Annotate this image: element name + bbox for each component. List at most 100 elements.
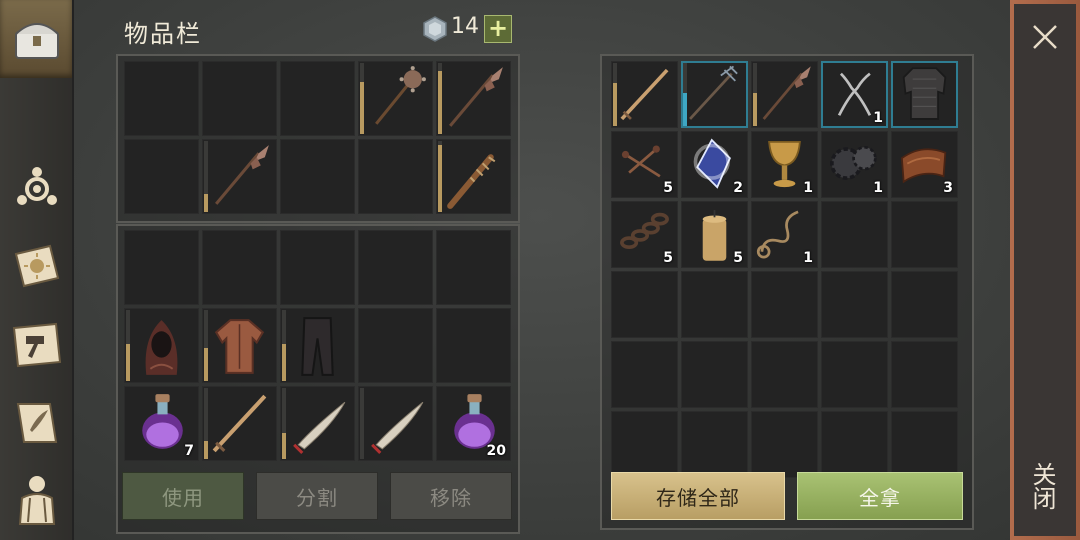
storage-slot[interactable] — [891, 271, 958, 338]
storage-slot[interactable]: 1 — [751, 131, 818, 198]
item-quantity: 7 — [184, 443, 194, 459]
store-all-button[interactable]: 存储全部 — [611, 472, 785, 520]
storage-slot[interactable] — [821, 271, 888, 338]
inventory-slot[interactable] — [124, 230, 199, 305]
inventory-slot[interactable] — [124, 308, 199, 383]
storage-slot[interactable] — [891, 61, 958, 128]
currency-count: 14 — [451, 14, 479, 39]
inventory-grid-top — [124, 61, 511, 214]
inventory-slot[interactable] — [280, 61, 355, 136]
storage-slot[interactable] — [891, 201, 958, 268]
inventory-slot[interactable] — [124, 139, 199, 214]
use-button[interactable]: 使用 — [122, 472, 244, 520]
item-quantity: 20 — [486, 443, 506, 459]
inventory-slot[interactable] — [280, 139, 355, 214]
close-icon[interactable] — [1028, 20, 1062, 54]
storage-slot[interactable] — [611, 61, 678, 128]
storage-slot[interactable]: 5 — [681, 201, 748, 268]
storage-slot[interactable]: 1 — [821, 131, 888, 198]
inventory-slot[interactable] — [280, 308, 355, 383]
inventory-slot[interactable]: 7 — [124, 386, 199, 461]
inventory-slot[interactable] — [202, 308, 277, 383]
storage-slot[interactable] — [751, 271, 818, 338]
sidebar — [0, 0, 74, 540]
gathering-icon[interactable] — [8, 160, 66, 218]
storage-slot[interactable]: 5 — [611, 201, 678, 268]
item-quantity: 1 — [873, 110, 883, 126]
character-icon[interactable] — [8, 470, 66, 528]
pants-icon — [301, 317, 334, 376]
inventory-grid-bottom: 7 20 — [124, 230, 511, 461]
item-quantity: 1 — [803, 180, 813, 196]
item-quantity: 5 — [663, 250, 673, 266]
inventory-slot[interactable] — [280, 386, 355, 461]
storage-slot[interactable]: 1 — [751, 201, 818, 268]
storage-slot[interactable]: 1 — [821, 61, 888, 128]
inventory-slot[interactable] — [202, 139, 277, 214]
split-button[interactable]: 分割 — [256, 472, 378, 520]
inventory-slot[interactable] — [280, 230, 355, 305]
storage-slot[interactable] — [821, 411, 888, 478]
close-panel-inner — [1014, 4, 1076, 536]
item-quantity: 5 — [663, 180, 673, 196]
storage-slot[interactable] — [891, 411, 958, 478]
storage-slot[interactable] — [751, 61, 818, 128]
chest-icon[interactable] — [8, 10, 66, 68]
spear-icon — [215, 145, 269, 205]
inventory-slot[interactable] — [436, 61, 511, 136]
close-label[interactable]: 关闭 — [1028, 462, 1060, 510]
storage-grid: 1 5 2 1 1 3 5 5 1 — [611, 61, 958, 478]
journal-icon[interactable] — [8, 238, 66, 296]
shirt-icon — [214, 319, 265, 374]
sword-icon — [620, 68, 669, 121]
add-currency-button[interactable]: + — [484, 15, 512, 43]
item-quantity: 2 — [733, 180, 743, 196]
hood-icon — [145, 320, 178, 375]
storage-slot[interactable] — [821, 201, 888, 268]
inventory-slot[interactable] — [202, 230, 277, 305]
armor-icon — [902, 67, 947, 120]
spear-icon — [449, 67, 503, 127]
storage-slot[interactable] — [611, 411, 678, 478]
close-panel[interactable]: 关闭 — [1010, 0, 1080, 540]
storage-slot[interactable] — [681, 341, 748, 408]
crafting-icon[interactable] — [8, 316, 66, 374]
inventory-slot[interactable]: 20 — [436, 386, 511, 461]
item-quantity: 3 — [943, 180, 953, 196]
remove-button[interactable]: 移除 — [390, 472, 512, 520]
saber-icon — [371, 401, 424, 454]
item-quantity: 1 — [873, 180, 883, 196]
spear-icon — [762, 66, 811, 120]
storage-slot[interactable]: 3 — [891, 131, 958, 198]
scroll-icon[interactable] — [8, 394, 66, 452]
storage-slot[interactable] — [681, 411, 748, 478]
trident-icon — [689, 65, 738, 120]
storage-slot[interactable] — [891, 341, 958, 408]
inventory-slot[interactable] — [358, 386, 433, 461]
storage-slot[interactable] — [681, 271, 748, 338]
take-all-button[interactable]: 全拿 — [797, 472, 963, 520]
inventory-slot[interactable] — [358, 230, 433, 305]
inventory-slot[interactable] — [436, 139, 511, 214]
coin-icon — [423, 16, 447, 42]
storage-slot[interactable] — [611, 341, 678, 408]
storage-slot[interactable] — [751, 341, 818, 408]
storage-slot[interactable]: 2 — [681, 131, 748, 198]
spiked-club-icon — [447, 154, 496, 209]
inventory-slot[interactable] — [358, 308, 433, 383]
item-quantity: 5 — [733, 250, 743, 266]
inventory-slot[interactable] — [124, 61, 199, 136]
inventory-slot[interactable] — [202, 61, 277, 136]
item-quantity: 1 — [803, 250, 813, 266]
storage-slot[interactable] — [681, 61, 748, 128]
storage-slot[interactable] — [611, 271, 678, 338]
storage-slot[interactable] — [821, 341, 888, 408]
storage-slot[interactable]: 5 — [611, 131, 678, 198]
inventory-slot[interactable] — [358, 139, 433, 214]
inventory-slot[interactable] — [358, 61, 433, 136]
storage-slot[interactable] — [751, 411, 818, 478]
sword-icon — [212, 394, 267, 453]
inventory-slot[interactable] — [202, 386, 277, 461]
inventory-slot[interactable] — [436, 308, 511, 383]
inventory-slot[interactable] — [436, 230, 511, 305]
